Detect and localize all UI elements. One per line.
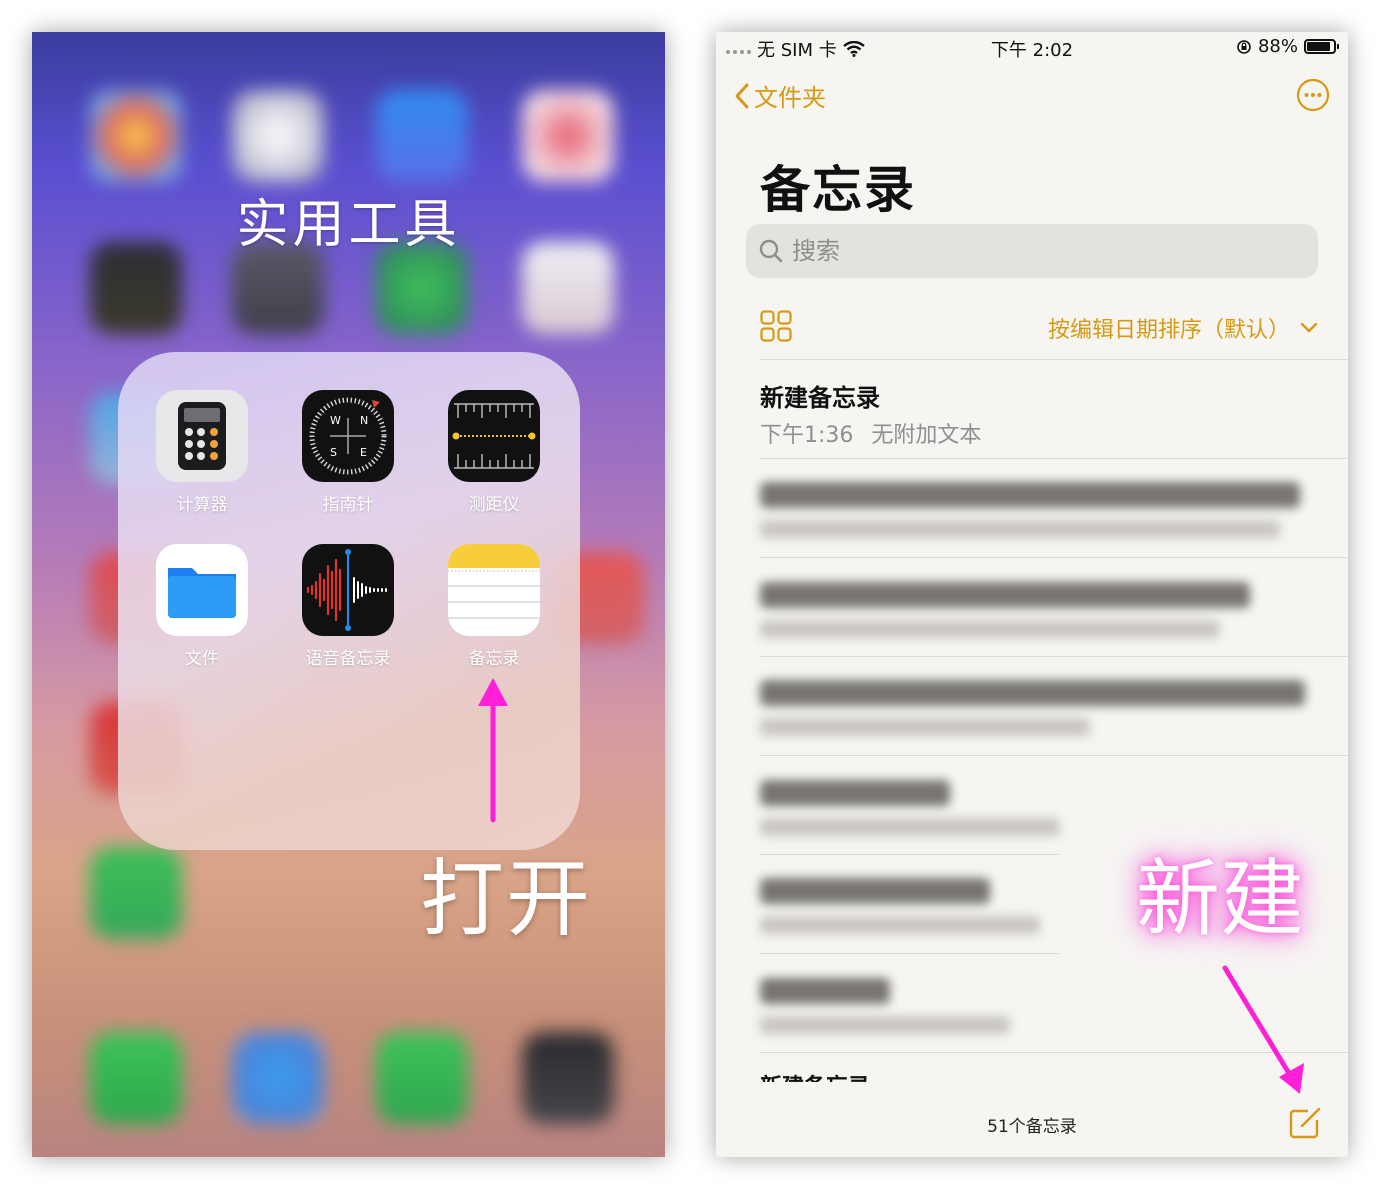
search-icon [759,239,783,263]
app-notes[interactable]: 备忘录 [448,544,540,669]
back-label: 文件夹 [754,84,826,112]
note-row-blurred[interactable] [760,680,1320,736]
note-preview: 无附加文本 [871,423,982,448]
calculator-icon [156,390,248,482]
chevron-down-icon [1300,322,1318,333]
compass-n: N [360,414,368,427]
compass-e: E [360,446,367,459]
note-time: 下午1:36 [760,423,854,448]
gallery-view-button[interactable] [760,310,792,342]
note-row-blurred[interactable] [760,780,1320,836]
voice-memos-icon [302,544,394,636]
note-row-cutoff[interactable]: 新建备忘录 [760,1068,1320,1082]
utilities-folder: 计算器 W N S E 指南针 测距仪 文件 语音备忘录 备忘录 [118,352,580,850]
app-label: 指南针 [322,495,374,515]
search-bar[interactable] [746,224,1318,278]
note-row-blurred[interactable] [760,482,1320,538]
note-meta: 下午1:36 无附加文本 [760,417,1320,449]
chevron-left-icon [735,83,749,108]
compose-icon [1289,1107,1321,1139]
compass-icon: W N S E [302,390,394,482]
open-annotation: 打开 [420,850,593,948]
sort-button[interactable]: 按编辑日期排序（默认） [1048,312,1318,344]
compose-button[interactable] [1288,1106,1322,1140]
divider [760,458,1348,459]
divider [760,953,1060,954]
app-compass[interactable]: W N S E 指南针 [302,390,394,515]
compass-w: W [330,414,341,427]
new-annotation: 新建 [1136,850,1305,948]
notes-app-panel: 无 SIM 卡 下午 2:02 88% 文件夹 备忘录 搜索 按编辑日期排序（默… [716,32,1348,1157]
note-row[interactable]: 新建备忘录 下午1:36 无附加文本 [760,378,1320,449]
divider [760,557,1348,558]
battery-icon [1304,39,1339,54]
status-bar: 无 SIM 卡 下午 2:02 88% [716,32,1348,62]
home-screen-panel: 实用工具 计算器 W N S E 指南针 测距仪 文件 语音备忘录 备忘录 打开 [32,32,665,1157]
list-toolbar: 按编辑日期排序（默认） [716,304,1348,354]
battery-percent: 88% [1257,36,1298,57]
divider [760,1052,1348,1053]
files-icon [156,544,248,636]
note-title: 新建备忘录 [760,1069,1320,1082]
note-title: 新建备忘录 [760,384,880,412]
app-measure[interactable]: 测距仪 [448,390,540,515]
divider [760,755,1348,756]
search-input[interactable] [792,237,1272,265]
notes-icon [448,544,540,636]
divider [760,854,1060,855]
notes-count: 51个备忘录 [987,1117,1077,1137]
orientation-lock-icon [1237,39,1251,54]
compass-s: S [330,446,337,459]
app-files[interactable]: 文件 [156,544,248,669]
divider [760,359,1348,360]
app-label: 测距仪 [468,495,520,515]
back-button[interactable]: 文件夹 [734,78,826,113]
grid-icon [760,310,792,342]
sort-label: 按编辑日期排序（默认） [1047,318,1290,343]
app-voice-memos[interactable]: 语音备忘录 [302,544,394,669]
nav-bar: 文件夹 [716,76,1348,120]
app-label: 文件 [185,649,219,669]
app-label: 备忘录 [468,649,520,669]
measure-icon [448,390,540,482]
folder-title: 实用工具 [236,195,461,255]
page-title: 备忘录 [760,161,916,219]
app-label: 计算器 [176,495,228,515]
divider [760,656,1348,657]
note-row-blurred[interactable] [760,978,1320,1034]
app-label: 语音备忘录 [305,649,391,669]
more-button[interactable] [1296,78,1330,112]
note-row-blurred[interactable] [760,582,1320,638]
ellipsis-circle-icon [1296,78,1330,112]
app-calculator[interactable]: 计算器 [156,390,248,515]
